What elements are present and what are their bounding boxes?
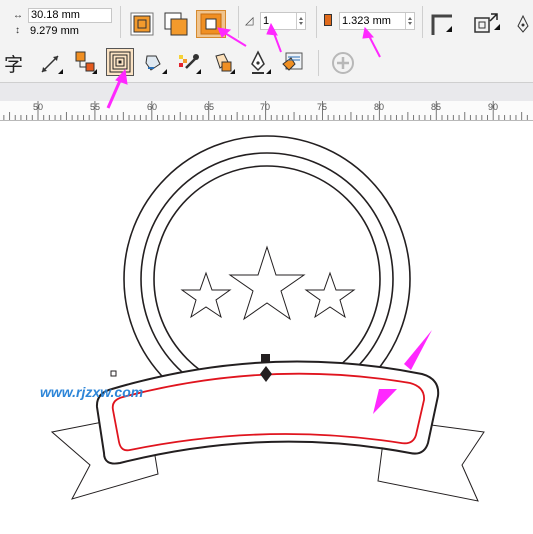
ruler-label: 50	[33, 102, 44, 112]
text-tool-icon: 字	[4, 54, 24, 76]
center-star[interactable]	[228, 245, 306, 321]
eyedropper-tool-button[interactable]	[176, 50, 202, 76]
connector-tool-icon	[75, 51, 97, 74]
fill-tool-icon	[145, 55, 167, 74]
steps-icon: ◿	[245, 15, 254, 27]
contour-to-center-button[interactable]	[130, 12, 154, 36]
drawing-canvas[interactable]	[0, 121, 533, 534]
connector-tool-button[interactable]	[72, 50, 98, 76]
dimension-tool-icon	[41, 55, 63, 74]
outside-contour-icon	[200, 13, 222, 35]
contour-tool-button[interactable]	[106, 48, 134, 76]
corner-icon	[431, 14, 452, 35]
contour-to-center-icon	[130, 12, 154, 36]
pen-nib-icon	[517, 14, 529, 33]
stars-group	[180, 245, 356, 321]
text-tool-button[interactable]: 字	[4, 50, 30, 76]
eyedropper-tool-icon	[179, 54, 201, 74]
contour-tool-icon	[109, 51, 131, 73]
steps-spinner[interactable]	[296, 13, 305, 29]
ruler-label: 70	[260, 102, 271, 112]
ruler-label: 55	[90, 102, 101, 112]
offset-spinner[interactable]	[405, 13, 414, 29]
add-tool-icon	[332, 52, 354, 74]
add-tool-button[interactable]	[330, 50, 356, 76]
width-field[interactable]: 30.18 mm	[28, 8, 112, 23]
anchor-node[interactable]	[110, 370, 117, 377]
ruler-label: 75	[317, 102, 328, 112]
pen-outline-icon	[251, 50, 271, 74]
height-field[interactable]: 9.279 mm	[28, 25, 112, 40]
separator	[120, 6, 121, 38]
ruler-label: 80	[374, 102, 385, 112]
separator	[422, 6, 423, 38]
watermark-text: www.rjzxw.com	[40, 384, 144, 400]
left-star[interactable]	[180, 271, 232, 319]
corner-button[interactable]	[430, 12, 456, 38]
property-bar: ↔ 30.18 mm ↕ 9.279 mm ◿ 1 1.323 mm	[0, 0, 533, 45]
pen-outline-button[interactable]	[246, 50, 272, 76]
dimension-tool-button[interactable]	[38, 50, 64, 76]
height-icon: ↕	[15, 25, 20, 36]
ruler-label: 85	[431, 102, 442, 112]
separator	[316, 6, 317, 38]
inside-contour-button[interactable]	[164, 12, 188, 36]
smart-fill-button[interactable]	[280, 50, 306, 76]
separator	[238, 6, 239, 38]
right-star[interactable]	[304, 271, 356, 319]
acceleration-button[interactable]	[472, 10, 502, 38]
pen-nib-button[interactable]	[515, 14, 531, 34]
width-icon: ↔	[13, 10, 23, 21]
separator	[318, 50, 319, 76]
offset-field[interactable]: 1.323 mm	[339, 12, 415, 30]
acceleration-icon	[474, 13, 500, 33]
fill-tool-button[interactable]	[142, 50, 168, 76]
offset-icon	[324, 14, 332, 26]
arrow-icon	[404, 330, 432, 370]
inside-contour-icon	[164, 12, 188, 36]
selection-handle[interactable]	[261, 354, 270, 363]
interactive-fill-icon	[215, 53, 235, 74]
outside-contour-button[interactable]	[196, 10, 226, 38]
interactive-fill-button[interactable]	[210, 50, 236, 76]
ruler-label: 60	[147, 102, 158, 112]
smart-fill-icon	[282, 52, 303, 71]
ruler-label: 65	[204, 102, 215, 112]
tool-toolbar: 字	[0, 44, 533, 83]
workspace-gap	[0, 83, 533, 101]
ruler-label: 90	[488, 102, 499, 112]
